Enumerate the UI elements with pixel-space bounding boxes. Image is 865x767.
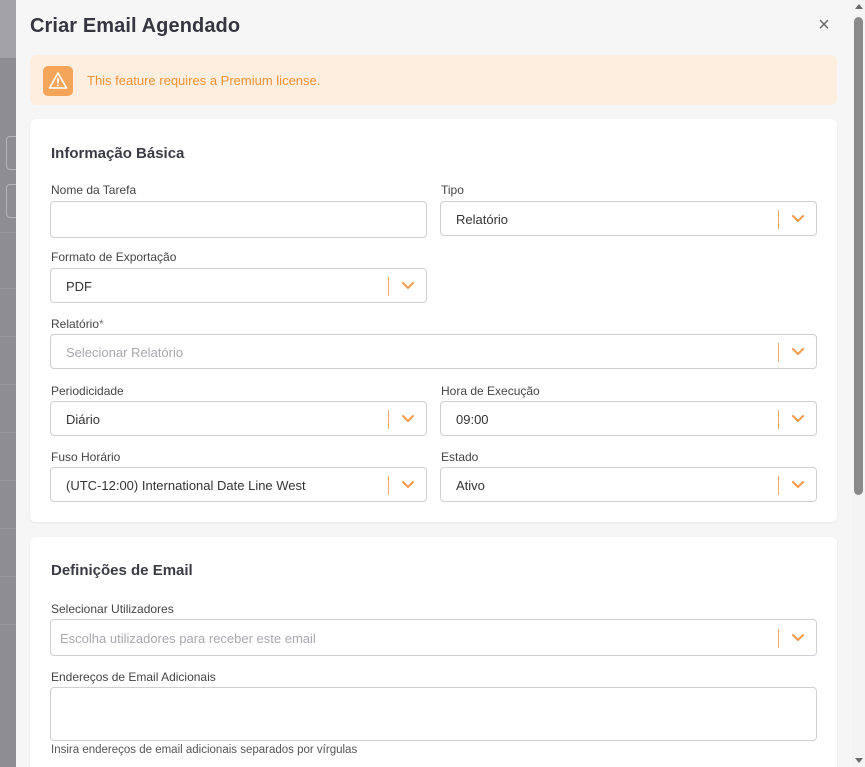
select-separator xyxy=(388,410,389,429)
execution-time-value: 09:00 xyxy=(456,412,489,427)
state-value: Ativo xyxy=(456,478,485,493)
periodicity-select[interactable]: Diário xyxy=(50,401,427,436)
scrollbar-thumb[interactable] xyxy=(854,17,863,495)
execution-time-select[interactable]: 09:00 xyxy=(440,401,817,436)
section-title: Definições de Email xyxy=(51,562,193,579)
task-name-label: Nome da Tarefa xyxy=(51,183,137,197)
required-mark: * xyxy=(99,317,104,331)
periodicity-label: Periodicidade xyxy=(51,384,124,398)
periodicity-value: Diário xyxy=(66,412,100,427)
background-divider xyxy=(0,528,16,529)
background-divider xyxy=(0,480,16,481)
scroll-down-arrow-icon[interactable] xyxy=(855,758,863,763)
export-format-select[interactable]: PDF xyxy=(50,268,427,303)
chevron-down-icon xyxy=(792,215,804,222)
background-divider xyxy=(0,232,16,233)
chevron-down-icon xyxy=(402,481,414,488)
select-separator xyxy=(778,210,779,229)
select-users-label: Selecionar Utilizadores xyxy=(51,602,174,616)
report-select[interactable]: Selecionar Relatório xyxy=(50,334,817,369)
select-users-placeholder: Escolha utilizadores para receber este e… xyxy=(60,631,316,646)
execution-time-label: Hora de Execução xyxy=(441,384,540,398)
select-separator xyxy=(388,277,389,296)
chevron-down-icon xyxy=(792,481,804,488)
background-divider xyxy=(0,576,16,577)
background-divider xyxy=(0,432,16,433)
chevron-down-icon xyxy=(402,415,414,422)
timezone-select[interactable]: (UTC-12:00) International Date Line West xyxy=(50,467,427,502)
timezone-value: (UTC-12:00) International Date Line West xyxy=(66,478,306,493)
select-separator xyxy=(388,476,389,495)
background-header-strip xyxy=(0,0,16,58)
scroll-up-arrow-icon[interactable] xyxy=(855,4,863,9)
modal-title: Criar Email Agendado xyxy=(30,15,241,37)
section-title: Informação Básica xyxy=(51,145,185,162)
select-separator xyxy=(778,410,779,429)
warning-icon xyxy=(43,66,73,96)
basic-info-card: Informação Básica Nome da Tarefa Tipo Re… xyxy=(30,119,837,522)
report-select-placeholder: Selecionar Relatório xyxy=(66,345,184,360)
chevron-down-icon xyxy=(792,348,804,355)
background-divider xyxy=(0,384,16,385)
state-select[interactable]: Ativo xyxy=(440,467,817,502)
timezone-label: Fuso Horário xyxy=(51,450,121,464)
type-select[interactable]: Relatório xyxy=(440,201,817,236)
report-label: Relatório* xyxy=(51,317,104,331)
type-label: Tipo xyxy=(441,183,464,197)
task-name-input[interactable] xyxy=(50,201,427,238)
report-label-text: Relatório xyxy=(51,317,100,331)
additional-emails-help: Insira endereços de email adicionais sep… xyxy=(51,744,358,756)
additional-emails-label: Endereços de Email Adicionais xyxy=(51,670,216,684)
alert-message: This feature requires a Premium license. xyxy=(87,73,321,88)
background-divider xyxy=(0,336,16,337)
additional-emails-textarea[interactable] xyxy=(50,687,817,741)
type-select-value: Relatório xyxy=(456,212,509,227)
email-settings-card: Definições de Email Selecionar Utilizado… xyxy=(30,537,837,767)
select-separator xyxy=(778,476,779,495)
select-separator xyxy=(778,343,779,362)
premium-license-alert: This feature requires a Premium license. xyxy=(30,55,837,105)
modal-header: Criar Email Agendado × xyxy=(16,0,852,52)
export-format-value: PDF xyxy=(66,279,92,294)
chevron-down-icon xyxy=(402,282,414,289)
chevron-down-icon xyxy=(792,634,804,641)
export-format-label: Formato de Exportação xyxy=(51,250,177,264)
background-divider xyxy=(0,288,16,289)
state-label: Estado xyxy=(441,450,479,464)
chevron-down-icon xyxy=(792,415,804,422)
create-scheduled-email-modal: Criar Email Agendado × This feature requ… xyxy=(16,0,852,767)
select-users-select[interactable]: Escolha utilizadores para receber este e… xyxy=(50,619,817,656)
background-divider xyxy=(0,624,16,625)
close-icon[interactable]: × xyxy=(816,15,832,35)
select-separator xyxy=(778,629,779,648)
